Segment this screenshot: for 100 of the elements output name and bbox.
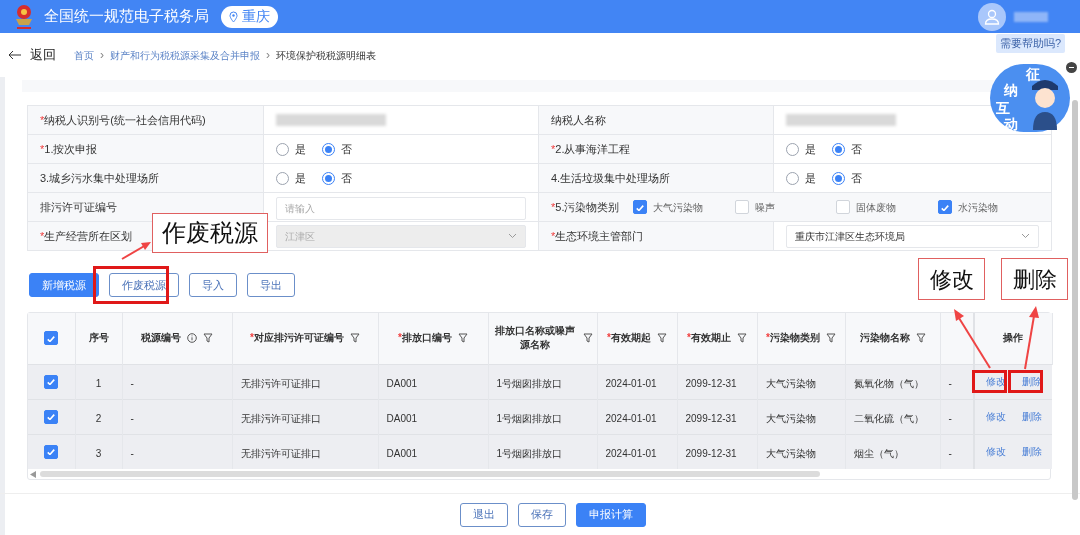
field-label: 纳税人识别号(统一社会信用代码) (44, 112, 206, 128)
toolbar-button[interactable]: 作废税源 (109, 273, 179, 297)
radio-label: 否 (851, 141, 862, 157)
table-cell: - (130, 412, 134, 424)
field-label: 3.城乡污水集中处理场所 (40, 170, 160, 186)
table-cell: 二氧化硫（气） (853, 412, 924, 424)
highlight-frame (1008, 370, 1043, 393)
field-label: 2.从事海洋工程 (555, 141, 631, 157)
table-cell: 无排污许可证排口 (240, 447, 321, 459)
table-cell: 2 (95, 412, 102, 424)
filter-icon[interactable] (915, 333, 926, 344)
column-header: 序号 (88, 332, 109, 344)
table-cell: 无排污许可证排口 (240, 377, 321, 389)
redacted-text (1014, 11, 1048, 22)
check-icon (47, 413, 56, 420)
required-mark: * (551, 228, 556, 244)
required-mark: * (40, 112, 45, 128)
check-icon (940, 203, 949, 211)
radio-label: 是 (295, 170, 306, 186)
action-link[interactable]: 删除 (1018, 444, 1045, 460)
vertical-scrollbar[interactable] (1072, 100, 1078, 500)
table-cell: 2024-01-01 (605, 412, 657, 424)
field-label: 生态环境主管部门 (555, 228, 644, 244)
checkbox-label: 噪声 (754, 200, 775, 215)
chevron-down-icon (1021, 233, 1030, 239)
checkbox-label: 固体废物 (856, 200, 896, 215)
checkbox[interactable] (633, 200, 647, 214)
row-checkbox[interactable] (44, 409, 59, 424)
arrow-left-icon (8, 50, 22, 60)
back-button[interactable]: 返回 (8, 45, 56, 65)
callout-label: 修改 (918, 258, 985, 300)
footer-button[interactable]: 保存 (517, 502, 566, 527)
table-cell: 2024-01-01 (605, 447, 657, 459)
check-icon (47, 378, 56, 385)
column-header: 操作 (1003, 332, 1024, 344)
required-mark: * (607, 332, 611, 344)
filter-icon[interactable] (349, 333, 360, 344)
footer-button[interactable]: 退出 (459, 502, 508, 527)
scroll-left-icon[interactable] (30, 470, 36, 478)
column-header: 对应排污许可证编号 (253, 332, 344, 344)
action-link[interactable]: 删除 (1018, 409, 1045, 424)
highlight-frame (972, 370, 1007, 393)
widget-text: 互 (996, 99, 1010, 117)
radio-label: 是 (805, 170, 816, 186)
horizontal-scrollbar[interactable] (40, 471, 820, 477)
toolbar-button[interactable]: 新增税源 (29, 273, 99, 297)
table-cell: 无排污许可证排口 (240, 412, 321, 424)
location-pin-icon (229, 10, 238, 23)
footer-button[interactable]: 申报计算 (575, 502, 646, 527)
widget-text: 纳 (1004, 81, 1018, 100)
filter-icon[interactable] (457, 333, 468, 344)
avatar[interactable] (978, 2, 1006, 31)
action-link[interactable]: 修改 (982, 444, 1009, 460)
toolbar-button[interactable]: 导出 (247, 273, 295, 297)
required-mark: * (687, 332, 691, 344)
table-cell: DA001 (386, 377, 418, 389)
filter-icon[interactable] (825, 333, 836, 344)
table-cell: 2099-12-31 (685, 447, 737, 459)
table-cell: - (948, 412, 952, 424)
radio-label: 是 (805, 141, 816, 157)
select-field[interactable]: 重庆市江津区生态环境局 (786, 224, 1039, 248)
checkbox-label: 水污染物 (957, 200, 998, 215)
table-cell: 2024-01-01 (605, 377, 657, 389)
help-bubble[interactable]: 需要帮助吗? (996, 34, 1066, 53)
filter-icon[interactable] (656, 333, 667, 344)
widget-text: 征 (1026, 65, 1040, 84)
filter-icon[interactable] (203, 333, 213, 344)
column-header: 排放口编号 (401, 332, 452, 344)
table-cell: 1号烟囱排放口 (496, 412, 563, 424)
region-selector[interactable]: 重庆 (221, 5, 278, 28)
action-link[interactable]: 修改 (982, 409, 1009, 424)
breadcrumb-link[interactable]: 首页 (74, 47, 94, 63)
row-checkbox[interactable] (44, 374, 59, 389)
row-checkbox[interactable] (44, 444, 59, 459)
breadcrumb-link[interactable]: 财产和行为税税源采集及合并申报 (110, 47, 260, 63)
field-label: 纳税人名称 (551, 112, 606, 128)
breadcrumb-separator: › (266, 47, 270, 64)
radio-label: 否 (851, 170, 862, 186)
required-mark: * (551, 199, 556, 215)
table-cell: 2099-12-31 (685, 377, 737, 389)
filter-icon[interactable] (736, 333, 747, 344)
chevron-down-icon (508, 233, 517, 239)
pointer-arrow (120, 240, 152, 261)
table-cell: - (948, 377, 952, 389)
table-cell: 2099-12-31 (685, 412, 737, 424)
required-mark: * (766, 332, 770, 344)
table-cell: - (948, 447, 952, 459)
select-all-checkbox[interactable] (44, 331, 59, 346)
table-cell: DA001 (386, 447, 418, 459)
callout-label: 删除 (1001, 258, 1068, 300)
table-cell: 1号烟囱排放口 (496, 447, 563, 459)
checkbox[interactable] (937, 200, 952, 214)
input-field[interactable]: 请输入 (276, 196, 526, 220)
filter-icon[interactable] (582, 333, 593, 344)
table-cell: 1 (95, 377, 102, 389)
radio-label: 否 (341, 141, 352, 157)
column-header: 有效期止 (690, 332, 731, 344)
toolbar-button[interactable]: 导入 (189, 273, 237, 297)
collapse-icon[interactable] (1066, 62, 1077, 73)
column-header: 排放口名称或噪声源名称 (494, 325, 575, 351)
